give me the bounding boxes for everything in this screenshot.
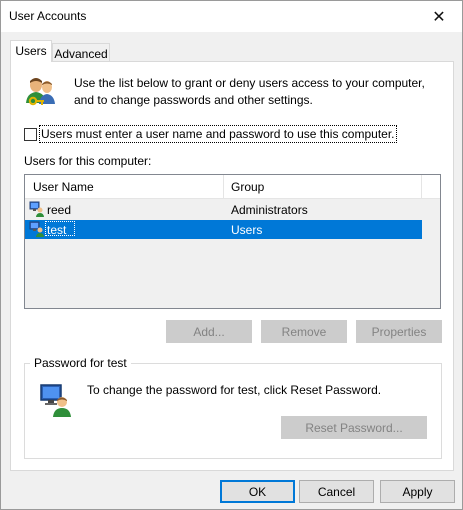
column-header-user-name[interactable]: User Name	[33, 180, 94, 194]
apply-button[interactable]: Apply	[380, 480, 455, 503]
title-bar: User Accounts ✕	[1, 1, 462, 32]
remove-button[interactable]: Remove	[261, 320, 347, 343]
user-name: test	[47, 223, 67, 237]
column-divider[interactable]	[223, 175, 224, 198]
user-group: Administrators	[231, 203, 308, 217]
ok-button[interactable]: OK	[220, 480, 295, 503]
cancel-button[interactable]: Cancel	[299, 480, 374, 503]
reset-password-button[interactable]: Reset Password...	[281, 416, 427, 439]
require-login-checkbox[interactable]	[24, 128, 37, 141]
users-keys-icon	[26, 78, 55, 106]
users-list[interactable]: User Name Group reed Administrators test…	[24, 174, 441, 309]
users-list-header: User Name Group	[25, 175, 440, 199]
require-login-label[interactable]: Users must enter a user name and passwor…	[39, 125, 397, 143]
column-header-group[interactable]: Group	[231, 180, 264, 194]
tab-users[interactable]: Users	[10, 40, 52, 62]
user-icon	[29, 201, 44, 217]
user-accounts-window: User Accounts ✕ Users Advanced Use the l…	[0, 0, 463, 510]
users-tab-panel: Use the list below to grant or deny user…	[10, 61, 454, 471]
close-button[interactable]: ✕	[416, 1, 462, 32]
user-icon	[29, 221, 44, 237]
password-groupbox	[24, 363, 442, 459]
column-divider[interactable]	[421, 175, 422, 198]
tab-advanced[interactable]: Advanced	[52, 43, 110, 62]
user-name: reed	[47, 203, 72, 217]
user-password-icon	[40, 384, 71, 417]
intro-text: Use the list below to grant or deny user…	[74, 76, 425, 107]
password-group-title: Password for test	[30, 356, 131, 370]
user-row-test[interactable]: test Users	[25, 220, 422, 239]
close-icon: ✕	[432, 8, 446, 26]
add-button[interactable]: Add...	[166, 320, 252, 343]
user-group: Users	[231, 223, 263, 237]
password-instructions: To change the password for test, click R…	[87, 383, 382, 397]
properties-button[interactable]: Properties	[356, 320, 442, 343]
user-row-reed[interactable]: reed Administrators	[25, 200, 422, 219]
window-title: User Accounts	[9, 9, 87, 23]
users-list-label: Users for this computer:	[24, 154, 152, 168]
